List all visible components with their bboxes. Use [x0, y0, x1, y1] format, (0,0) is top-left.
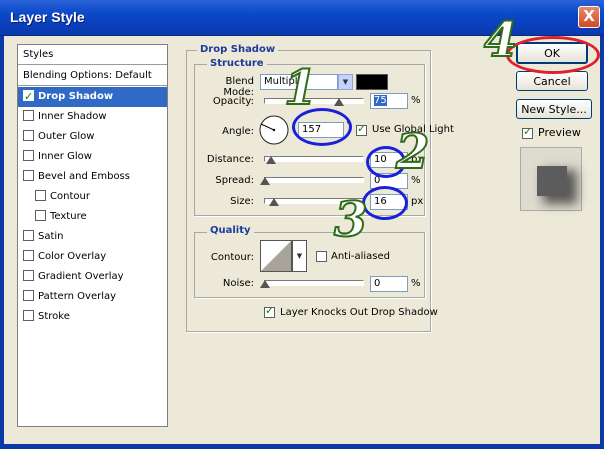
noise-slider-track[interactable]	[264, 280, 364, 286]
opacity-value: 75	[374, 95, 387, 106]
close-button[interactable]: X	[578, 6, 600, 28]
style-item-label: Inner Shadow	[38, 111, 107, 122]
drop-shadow-title: Drop Shadow	[197, 44, 279, 55]
preview-box[interactable]	[522, 125, 533, 139]
blending-options-item[interactable]: Blending Options: Default	[18, 66, 167, 86]
styles-list: Styles Blending Options: Default Drop Sh…	[17, 44, 168, 427]
size-slider-thumb[interactable]	[269, 198, 279, 206]
opacity-unit: %	[411, 95, 421, 106]
bevel-emboss-checkbox[interactable]	[23, 170, 34, 181]
style-item-stroke[interactable]: Stroke	[18, 307, 167, 327]
spread-label: Spread:	[215, 175, 254, 186]
knockout-box[interactable]	[264, 304, 275, 318]
opacity-input[interactable]: 75	[370, 93, 408, 109]
anti-aliased-label: Anti-aliased	[331, 251, 391, 262]
gradient-overlay-checkbox[interactable]	[23, 270, 34, 281]
spread-slider-thumb[interactable]	[260, 177, 270, 185]
angle-label: Angle:	[222, 126, 254, 137]
noise-slider-thumb[interactable]	[260, 280, 270, 288]
distance-slider-thumb[interactable]	[266, 156, 276, 164]
distance-label: Distance:	[206, 154, 254, 165]
new-style-button[interactable]: New Style...	[516, 99, 592, 119]
styles-header[interactable]: Styles	[18, 45, 167, 65]
style-item-label: Texture	[50, 211, 87, 222]
size-unit: px	[411, 196, 424, 207]
anti-aliased-box[interactable]	[316, 251, 327, 262]
use-global-light-box[interactable]	[356, 122, 367, 136]
blend-mode-label: Blend Mode:	[223, 76, 254, 98]
window-title: Layer Style	[10, 9, 85, 25]
inner-glow-checkbox[interactable]	[23, 150, 34, 161]
anti-aliased-checkbox[interactable]	[316, 250, 331, 263]
angle-dial-icon[interactable]	[258, 114, 290, 146]
knockout-label: Layer Knocks Out Drop Shadow	[280, 307, 438, 318]
contour-dropdown-arrow[interactable]: ▼	[292, 240, 307, 272]
annotation-number-1: 1	[283, 60, 318, 116]
pattern-overlay-checkbox[interactable]	[23, 290, 34, 301]
opacity-label: Opacity:	[212, 96, 254, 107]
texture-checkbox[interactable]	[35, 210, 46, 221]
style-item-label: Outer Glow	[38, 131, 95, 142]
style-item-outer-glow[interactable]: Outer Glow	[18, 127, 167, 147]
outer-glow-checkbox[interactable]	[23, 130, 34, 141]
style-item-label: Bevel and Emboss	[38, 171, 130, 182]
style-item-label: Stroke	[38, 311, 70, 322]
contour-checkbox[interactable]	[35, 190, 46, 201]
style-item-bevel-emboss[interactable]: Bevel and Emboss	[18, 167, 167, 187]
style-item-gradient-overlay[interactable]: Gradient Overlay	[18, 267, 167, 287]
annotation-number-4: 4	[483, 12, 518, 68]
use-global-light-checkbox[interactable]	[356, 122, 371, 137]
annotation-number-2: 2	[395, 124, 430, 180]
knockout-checkbox[interactable]	[264, 304, 279, 319]
style-item-label: Gradient Overlay	[38, 271, 124, 282]
style-item-label: Pattern Overlay	[38, 291, 117, 302]
style-item-texture[interactable]: Texture	[18, 207, 167, 227]
opacity-slider-thumb[interactable]	[334, 98, 344, 106]
contour-label: Contour:	[210, 252, 254, 263]
annotation-number-3: 3	[333, 192, 368, 248]
style-item-inner-glow[interactable]: Inner Glow	[18, 147, 167, 167]
spread-slider-track[interactable]	[264, 177, 364, 183]
annotation-blue-ellipse-size	[362, 186, 408, 220]
style-item-label: Contour	[50, 191, 90, 202]
noise-label: Noise:	[222, 278, 254, 289]
window-frame-right	[600, 36, 604, 449]
contour-preview-icon[interactable]	[260, 240, 292, 272]
preview-thumbnail	[520, 147, 582, 211]
cancel-button[interactable]: Cancel	[516, 71, 588, 91]
style-item-pattern-overlay[interactable]: Pattern Overlay	[18, 287, 167, 307]
style-item-label: Inner Glow	[38, 151, 92, 162]
drop-shadow-checkbox[interactable]	[23, 87, 34, 107]
inner-shadow-checkbox[interactable]	[23, 110, 34, 121]
window-frame-bottom-inner	[4, 440, 600, 444]
preview-checkbox[interactable]	[522, 125, 537, 140]
noise-unit: %	[411, 278, 421, 289]
distance-slider-track[interactable]	[264, 156, 364, 162]
stroke-checkbox[interactable]	[23, 310, 34, 321]
style-item-color-overlay[interactable]: Color Overlay	[18, 247, 167, 267]
window-frame-left	[0, 36, 4, 449]
size-label: Size:	[230, 196, 254, 207]
style-item-label: Drop Shadow	[38, 91, 114, 102]
noise-input[interactable]: 0	[370, 276, 408, 292]
satin-checkbox[interactable]	[23, 230, 34, 241]
style-item-label: Color Overlay	[38, 251, 107, 262]
annotation-red-ellipse-ok	[506, 36, 600, 74]
color-overlay-checkbox[interactable]	[23, 250, 34, 261]
style-item-contour[interactable]: Contour	[18, 187, 167, 207]
style-item-satin[interactable]: Satin	[18, 227, 167, 247]
shadow-color-swatch[interactable]	[356, 74, 388, 90]
style-item-inner-shadow[interactable]: Inner Shadow	[18, 107, 167, 127]
preview-square	[537, 166, 567, 196]
blend-mode-dropdown-arrow[interactable]: ▼	[338, 74, 353, 90]
style-item-label: Satin	[38, 231, 64, 242]
quality-title: Quality	[207, 225, 254, 236]
style-item-drop-shadow[interactable]: Drop Shadow	[18, 87, 167, 107]
preview-label: Preview	[538, 126, 581, 139]
structure-title: Structure	[207, 58, 267, 69]
